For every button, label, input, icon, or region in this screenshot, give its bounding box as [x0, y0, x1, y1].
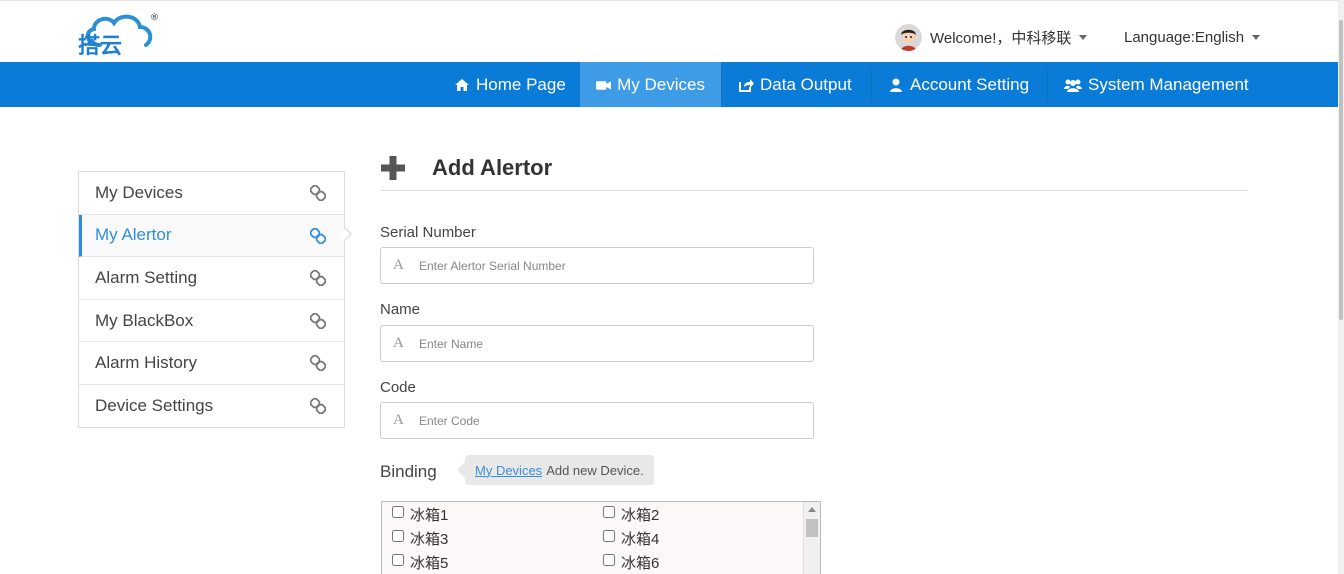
link-icon	[310, 185, 326, 201]
link-icon	[310, 227, 326, 244]
welcome-text: Welcome!，中科移联	[930, 29, 1072, 47]
avatar	[895, 23, 922, 51]
binding-hint: My Devices Add new Device.	[457, 455, 654, 485]
sidebar-item-my-alertor[interactable]: My Alertor	[79, 214, 344, 258]
sidebar-item-label: My BlackBox	[95, 310, 194, 330]
nav-label: System Management	[1088, 74, 1249, 94]
binding-label: Binding	[380, 462, 437, 481]
nav-label: Home Page	[476, 74, 566, 94]
sidebar-item-device-settings[interactable]: Device Settings	[79, 385, 344, 428]
home-icon	[455, 78, 469, 91]
language-label: Language:English	[1124, 28, 1245, 46]
link-icon	[310, 355, 326, 372]
user-menu[interactable]: Welcome!，中科移联	[895, 23, 1088, 51]
name-label: Name	[380, 301, 421, 318]
logo-text: 搭云	[78, 34, 122, 57]
link-icon	[310, 397, 326, 414]
active-indicator-arrow	[343, 226, 352, 242]
text-icon: A	[393, 257, 404, 273]
video-camera-icon	[596, 80, 612, 90]
top-header: 搭云 ® Welcome!，中科移联 Language:English	[0, 0, 1338, 62]
device-label: 冰箱4	[621, 531, 660, 548]
sidebar-item-alarm-setting[interactable]: Alarm Setting	[79, 257, 344, 300]
device-checkbox[interactable]	[392, 554, 404, 566]
device-checkbox[interactable]	[603, 506, 615, 518]
code-field[interactable]: A	[380, 402, 814, 439]
device-checkbox-item[interactable]: 冰箱6	[603, 552, 659, 573]
export-icon	[739, 78, 754, 92]
add-alertor-form: Add Alertor Serial Number A Name A Code …	[380, 150, 1248, 574]
sidebar-item-label: My Devices	[95, 182, 183, 202]
sidebar-item-my-blackbox[interactable]: My BlackBox	[79, 300, 344, 343]
page-title-bar: Add Alertor	[380, 150, 1248, 191]
scrollbar-thumb[interactable]	[1339, 20, 1343, 320]
device-checkbox-item[interactable]: 冰箱5	[392, 552, 448, 573]
nav-system-management[interactable]: System Management	[1048, 62, 1265, 107]
page-title: Add Alertor	[432, 155, 553, 180]
main-nav: Home Page My Devices Data Output Account…	[0, 62, 1338, 107]
code-label: Code	[380, 379, 416, 396]
nav-data-output[interactable]: Data Output	[722, 62, 868, 107]
device-checkbox-item[interactable]: 冰箱4	[603, 528, 659, 549]
device-label: 冰箱1	[410, 507, 449, 524]
sidebar-item-alarm-history[interactable]: Alarm History	[79, 342, 344, 385]
device-label: 冰箱6	[621, 555, 660, 572]
plus-icon	[381, 156, 405, 180]
serial-number-input[interactable]	[419, 258, 799, 273]
sidebar-item-label: Alarm History	[95, 353, 198, 373]
nav-account-setting[interactable]: Account Setting	[872, 62, 1045, 107]
device-checkbox-item[interactable]: 冰箱1	[392, 504, 448, 525]
device-checkbox[interactable]	[603, 530, 615, 542]
scroll-up-icon[interactable]	[808, 507, 816, 512]
link-icon	[310, 312, 326, 329]
chevron-down-icon	[1252, 34, 1261, 40]
sidebar-item-label: My Alertor	[95, 225, 172, 245]
device-binding-list[interactable]: 冰箱1 冰箱2 冰箱3 冰箱4 冰箱5 冰箱6	[381, 501, 821, 574]
name-input[interactable]	[419, 336, 799, 351]
sidebar-item-label: Device Settings	[95, 396, 214, 416]
sidebar-item-my-devices[interactable]: My Devices	[79, 172, 344, 215]
device-checkbox[interactable]	[392, 506, 404, 518]
sidebar: My Devices My Alertor Alarm Setting My B…	[78, 171, 345, 428]
device-label: 冰箱2	[621, 507, 660, 524]
nav-label: Data Output	[760, 74, 852, 94]
text-icon: A	[393, 412, 404, 428]
device-checkbox-item[interactable]: 冰箱2	[603, 504, 659, 525]
serial-number-field[interactable]: A	[380, 247, 814, 284]
binding-list-scrollbar[interactable]	[803, 502, 820, 574]
device-label: 冰箱5	[410, 555, 449, 572]
scrollbar-thumb[interactable]	[806, 519, 818, 537]
text-icon: A	[393, 335, 404, 351]
chevron-down-icon	[1079, 34, 1088, 40]
language-selector[interactable]: Language:English	[1124, 23, 1261, 51]
binding-hint-text: Add new Device.	[546, 462, 644, 478]
serial-number-label: Serial Number	[380, 224, 476, 241]
device-checkbox[interactable]	[392, 530, 404, 542]
device-label: 冰箱3	[410, 531, 449, 548]
users-icon	[1064, 79, 1082, 92]
device-checkbox-item[interactable]: 冰箱3	[392, 528, 448, 549]
my-devices-link[interactable]: My Devices	[475, 463, 542, 478]
code-input[interactable]	[419, 413, 799, 428]
nav-home[interactable]: Home Page	[438, 62, 582, 107]
device-checkbox[interactable]	[603, 554, 615, 566]
user-icon	[890, 78, 902, 92]
logo[interactable]: 搭云 ®	[78, 11, 162, 57]
link-icon	[310, 270, 326, 287]
nav-my-devices[interactable]: My Devices	[580, 62, 721, 107]
nav-label: Account Setting	[910, 74, 1030, 94]
name-field[interactable]: A	[380, 325, 814, 362]
page-scrollbar[interactable]	[1338, 0, 1344, 574]
registered-mark: ®	[150, 13, 159, 23]
sidebar-item-label: Alarm Setting	[95, 267, 198, 287]
nav-label: My Devices	[617, 74, 705, 94]
